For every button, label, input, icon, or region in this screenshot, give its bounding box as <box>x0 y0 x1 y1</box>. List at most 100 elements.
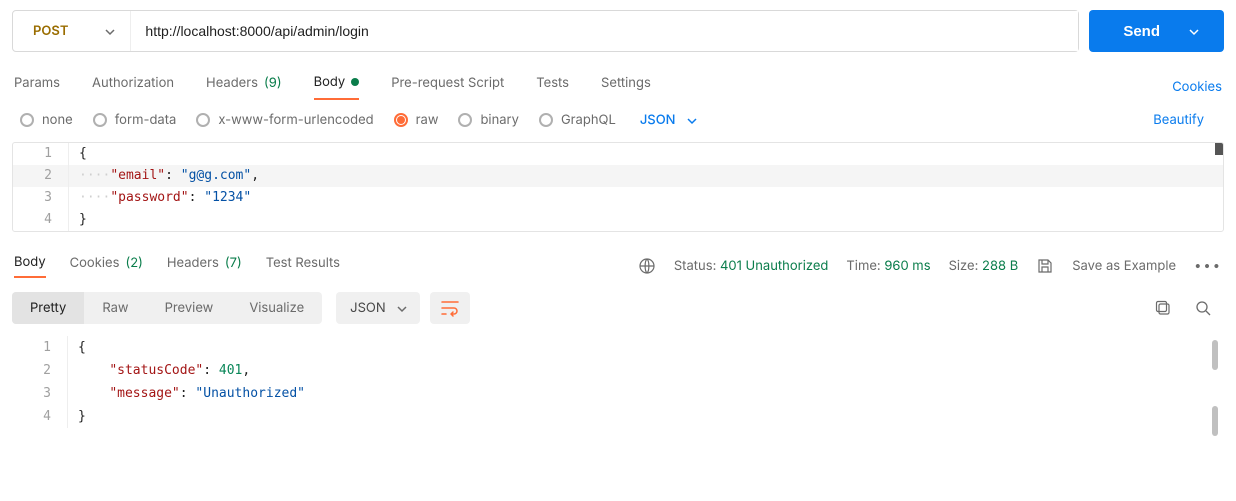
request-body-editor[interactable]: 1{2····"email": "g@g.com",3····"password… <box>12 142 1224 232</box>
editor-line[interactable]: 1{ <box>12 336 1224 359</box>
tab-label: Settings <box>601 75 651 91</box>
line-number: 2 <box>13 165 69 187</box>
radio-none[interactable]: none <box>20 112 73 128</box>
editor-line[interactable]: 1{ <box>13 143 1223 165</box>
radio-icon <box>458 113 472 127</box>
line-code: ····"email": "g@g.com", <box>69 165 259 187</box>
response-tabs: Body Cookies (2) Headers (7) Test Result… <box>14 254 340 278</box>
tab-headers[interactable]: Headers (9) <box>206 75 282 99</box>
view-visualize[interactable]: Visualize <box>231 292 322 324</box>
line-code: ····"password": "1234" <box>69 187 251 209</box>
tab-tests[interactable]: Tests <box>536 75 569 99</box>
size-block[interactable]: Size: 288 B <box>949 258 1019 274</box>
radio-icon <box>394 113 408 127</box>
tab-settings[interactable]: Settings <box>601 75 651 99</box>
http-method-select[interactable]: POST <box>13 11 131 51</box>
radio-icon <box>93 113 107 127</box>
tab-params[interactable]: Params <box>14 75 60 99</box>
url-box: POST <box>12 10 1079 52</box>
response-tab-headers[interactable]: Headers (7) <box>167 255 242 277</box>
seg-label: Preview <box>165 300 214 316</box>
view-raw[interactable]: Raw <box>84 292 146 324</box>
tab-label: Headers <box>167 255 219 271</box>
radio-raw[interactable]: raw <box>394 112 439 128</box>
time-value: 960 ms <box>884 258 930 274</box>
request-url-row: POST Send <box>12 10 1224 52</box>
response-view-segment: Pretty Raw Preview Visualize <box>12 292 322 324</box>
response-header-row: Body Cookies (2) Headers (7) Test Result… <box>12 254 1224 278</box>
body-type-row: none form-data x-www-form-urlencoded raw… <box>12 112 1224 128</box>
send-button[interactable]: Send <box>1089 10 1224 52</box>
radio-label: none <box>42 112 73 128</box>
scrollbar-thumb[interactable] <box>1212 340 1218 370</box>
radio-form-data[interactable]: form-data <box>93 112 177 128</box>
http-method-label: POST <box>33 23 68 39</box>
line-number: 1 <box>13 143 69 165</box>
line-code: "message": "Unauthorized" <box>68 382 305 405</box>
editor-line[interactable]: 3····"password": "1234" <box>13 187 1223 209</box>
tab-pre-request[interactable]: Pre-request Script <box>391 75 504 99</box>
beautify-label: Beautify <box>1153 112 1204 128</box>
wrap-icon <box>440 299 460 317</box>
response-tab-body[interactable]: Body <box>14 254 46 278</box>
beautify-link[interactable]: Beautify <box>1153 112 1204 128</box>
status-label: Status: <box>674 258 717 274</box>
body-language-label: JSON <box>640 112 676 128</box>
editor-line[interactable]: 2 "statusCode": 401, <box>12 359 1224 382</box>
tab-label: Cookies <box>70 255 120 271</box>
response-right-icons <box>1154 299 1212 317</box>
tab-authorization[interactable]: Authorization <box>92 75 174 99</box>
radio-label: form-data <box>115 112 177 128</box>
tab-label: Body <box>314 74 346 90</box>
size-value: 288 B <box>982 258 1018 274</box>
search-icon[interactable] <box>1194 299 1212 317</box>
save-as-example-link[interactable]: Save as Example <box>1072 258 1176 274</box>
editor-line[interactable]: 4} <box>13 209 1223 231</box>
editor-line[interactable]: 2····"email": "g@g.com", <box>13 165 1223 187</box>
status-block[interactable]: Status: 401 Unauthorized <box>674 258 829 274</box>
chevron-down-icon[interactable] <box>1188 26 1198 36</box>
tab-label: Tests <box>536 75 569 91</box>
view-pretty[interactable]: Pretty <box>12 292 84 324</box>
editor-line[interactable]: 3 "message": "Unauthorized" <box>12 382 1224 405</box>
line-number: 3 <box>13 187 69 209</box>
tab-body[interactable]: Body <box>314 74 360 100</box>
radio-label: raw <box>416 112 439 128</box>
response-language-select[interactable]: JSON <box>336 292 420 324</box>
radio-binary[interactable]: binary <box>458 112 519 128</box>
radio-label: x-www-form-urlencoded <box>218 112 373 128</box>
dot-icon <box>351 78 359 86</box>
wrap-lines-button[interactable] <box>430 292 470 324</box>
view-preview[interactable]: Preview <box>147 292 232 324</box>
cookies-link-label: Cookies <box>1172 79 1222 95</box>
url-input[interactable] <box>131 11 1078 51</box>
chevron-down-icon <box>686 115 696 125</box>
body-language-select[interactable]: JSON <box>640 112 696 128</box>
chevron-down-icon <box>396 303 406 313</box>
response-body-editor[interactable]: 1{2 "statusCode": 401,3 "message": "Unau… <box>12 336 1224 428</box>
tab-label: Params <box>14 75 60 91</box>
cookies-link[interactable]: Cookies <box>1172 79 1222 95</box>
line-code: { <box>68 336 86 359</box>
save-icon[interactable] <box>1036 257 1054 275</box>
copy-icon[interactable] <box>1154 299 1172 317</box>
time-block[interactable]: Time: 960 ms <box>846 258 930 274</box>
seg-label: Raw <box>102 300 128 316</box>
response-tab-test-results[interactable]: Test Results <box>266 255 340 277</box>
time-label: Time: <box>846 258 880 274</box>
globe-icon[interactable] <box>638 257 656 275</box>
line-number: 3 <box>12 382 68 405</box>
response-tab-cookies[interactable]: Cookies (2) <box>70 255 143 277</box>
scrollbar-thumb[interactable] <box>1212 406 1218 436</box>
radio-icon <box>196 113 210 127</box>
radio-x-www-form-urlencoded[interactable]: x-www-form-urlencoded <box>196 112 373 128</box>
tab-label: Headers <box>206 75 258 91</box>
editor-line[interactable]: 4} <box>12 405 1224 428</box>
radio-graphql[interactable]: GraphQL <box>539 112 616 128</box>
response-view-controls: Pretty Raw Preview Visualize JSON <box>12 292 1224 324</box>
minimap-marker <box>1215 143 1223 155</box>
radio-icon <box>539 113 553 127</box>
more-icon[interactable]: ••• <box>1194 258 1222 274</box>
request-tabs: Params Authorization Headers (9) Body Pr… <box>14 74 651 100</box>
response-meta: Status: 401 Unauthorized Time: 960 ms Si… <box>638 257 1222 275</box>
